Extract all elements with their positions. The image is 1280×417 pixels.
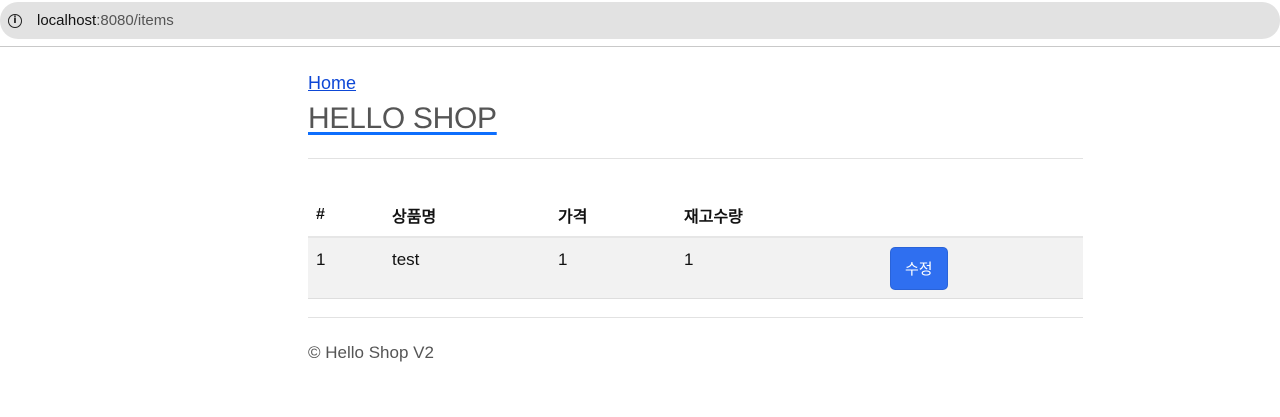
address-bar[interactable]: i localhost:8080/items [0,2,1280,39]
footer-divider [308,317,1083,318]
shop-title-link[interactable]: HELLO SHOP [308,102,497,136]
header-stock: 재고수량 [676,199,882,238]
url-text[interactable]: localhost:8080/items [37,12,174,29]
main-container: Home HELLO SHOP # 상품명 가격 재고수량 1 test 1 1… [308,47,1083,363]
table-row: 1 test 1 1 수정 [308,237,1083,299]
footer-text: © Hello Shop V2 [308,343,434,362]
browser-toolbar: i localhost:8080/items [0,0,1280,47]
divider [308,158,1083,159]
header-actions [882,199,1083,238]
url-host: localhost [37,12,97,29]
cell-name: test [384,237,550,299]
home-link[interactable]: Home [308,73,356,94]
cell-action: 수정 [882,237,1083,299]
cell-id: 1 [308,237,384,299]
header-number: # [308,199,384,238]
header-price: 가격 [550,199,676,238]
table-header-row: # 상품명 가격 재고수량 [308,199,1083,238]
info-icon[interactable]: i [8,13,22,28]
items-table: # 상품명 가격 재고수량 1 test 1 1 수정 [308,199,1083,299]
cell-stock: 1 [676,237,882,299]
header-product-name: 상품명 [384,199,550,238]
edit-button[interactable]: 수정 [890,247,948,290]
cell-price: 1 [550,237,676,299]
url-path: :8080/items [96,12,174,29]
